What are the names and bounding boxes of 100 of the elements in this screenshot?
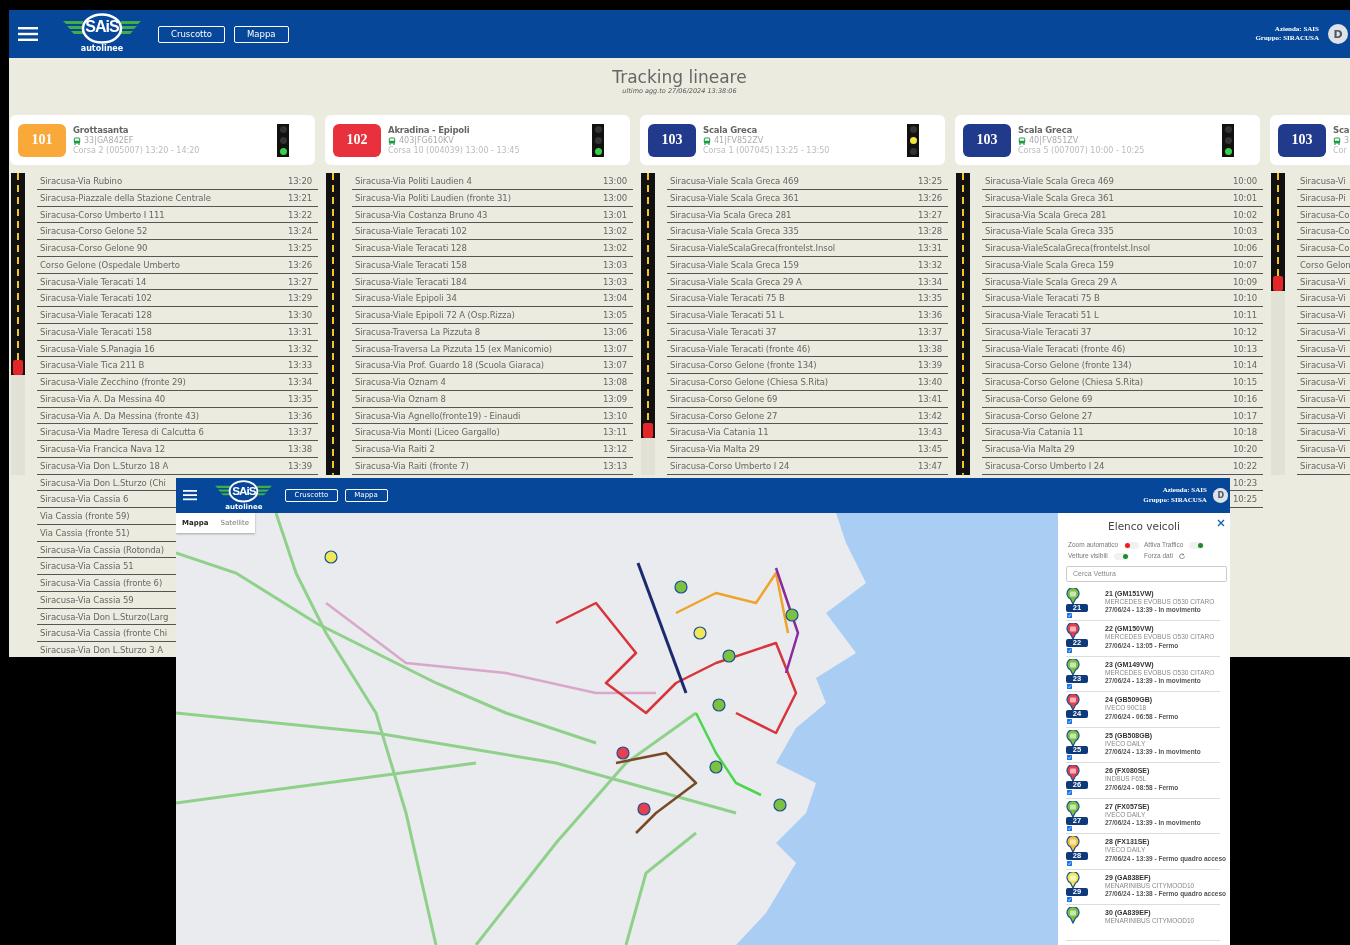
- stop-time: 13:26: [288, 259, 312, 270]
- close-icon[interactable]: [1217, 519, 1225, 528]
- stop-time: 13:02: [603, 226, 627, 237]
- checkbox[interactable]: [1067, 683, 1072, 689]
- stop-time: 13:47: [918, 460, 942, 471]
- vehicle-label: 41|FV852ZV: [714, 136, 764, 146]
- checkbox[interactable]: [1067, 790, 1072, 796]
- line-card[interactable]: 101 Grottasanta 33|GA842EF Corsa 2 (005007) 13:20 - 14:20: [10, 115, 315, 166]
- checkbox[interactable]: [1067, 896, 1072, 902]
- stop-name: Siracusa-VialeScalaGreca(fronteIst.Insol: [670, 243, 835, 253]
- stop-name: Siracusa-Co: [1300, 209, 1350, 220]
- stop-time: 13:07: [603, 360, 627, 371]
- stop-name: Siracusa-Corso Umberto I 111: [40, 209, 165, 220]
- line-card[interactable]: 103 Scala Greca 41|FV852ZV Corsa 1 (007045) 13:25 - 13:50: [640, 115, 945, 166]
- stop-time: 13:30: [288, 310, 312, 320]
- stop-time: 10:10: [1233, 293, 1257, 304]
- stop-time: 13:39: [288, 460, 312, 471]
- stop-time: 13:34: [918, 276, 942, 287]
- stop-name: Siracusa-Vi: [1300, 410, 1346, 421]
- vehicle-label: 33|GA842EF: [84, 136, 134, 146]
- checkbox[interactable]: [1067, 612, 1072, 618]
- stop-name: Siracusa-Co: [1300, 226, 1350, 237]
- stop-name: Siracusa-Via Costanza Bruno 43: [355, 209, 488, 220]
- bus-icon: [703, 136, 711, 145]
- stop-name: Siracusa-Traversa La Pizzuta 15 (ex Manicomio): [355, 343, 553, 354]
- stop-time: 13:36: [918, 310, 942, 320]
- stop-time: 13:00: [603, 176, 627, 186]
- menu-icon[interactable]: [182, 490, 198, 501]
- checkbox[interactable]: [1067, 861, 1072, 867]
- line-card[interactable]: 103 Sca 3 Cor: [1270, 115, 1350, 166]
- stop-time: 13:37: [288, 427, 312, 438]
- stop-time: 10:11: [1233, 310, 1257, 320]
- toggle-switch[interactable]: [1124, 541, 1140, 549]
- menu-icon[interactable]: [18, 27, 38, 41]
- line-name: Scala Greca: [703, 125, 758, 136]
- stop-name: Siracusa-Viale Teracati 14: [40, 276, 147, 287]
- stop-name: Siracusa-Vi: [1300, 460, 1346, 471]
- stop-name: Siracusa-Viale Scala Greca 159: [670, 259, 799, 270]
- toggle-switch[interactable]: [1189, 541, 1205, 549]
- nav-button[interactable]: Mappa: [234, 25, 289, 43]
- user-avatar[interactable]: D: [1328, 24, 1348, 44]
- toggle-switch[interactable]: [1113, 552, 1129, 560]
- stop-name: Siracusa-Viale Scala Greca 361: [670, 192, 799, 203]
- page-title: Tracking lineare: [612, 68, 747, 87]
- line-name: Grottasanta: [73, 125, 130, 136]
- bus-icon: [73, 136, 81, 145]
- stop-time: 10:07: [1233, 259, 1257, 270]
- bus-position-marker: [13, 360, 23, 376]
- stop-name: Siracusa-Viale Scala Greca 335: [985, 226, 1114, 237]
- stop-time: 13:24: [288, 226, 312, 237]
- nav-button[interactable]: Cruscotto: [158, 25, 225, 43]
- stop-time: 13:41: [918, 393, 942, 404]
- stop-name: Siracusa-Corso Gelone 90: [40, 243, 148, 253]
- checkbox[interactable]: [1067, 754, 1072, 760]
- stop-name: Siracusa-Viale Scala Greca 159: [985, 259, 1114, 270]
- stop-name: Corso Gelon: [1300, 259, 1350, 270]
- logo-text: SAiS: [85, 19, 119, 35]
- stop-time: 10:02: [1233, 209, 1257, 220]
- stop-time: 13:32: [288, 343, 312, 354]
- line-card[interactable]: 103 Scala Greca 40|FV851ZV Corsa 5 (007007) 10:00 - 10:25: [955, 115, 1260, 166]
- stop-name: Siracusa-Via Raiti 2: [355, 444, 435, 454]
- stop-name: Siracusa-Vi: [1300, 343, 1346, 354]
- line-number-badge: 103: [963, 123, 1011, 157]
- stop-name: Siracusa-Via Cassia 51: [40, 561, 134, 572]
- vehicle-label: 40|FV851ZV: [1029, 136, 1079, 146]
- stop-name: Siracusa-Viale Scala Greca 29 A: [670, 276, 802, 287]
- stop-time: 10:16: [1233, 393, 1257, 404]
- stop-name: Siracusa-Traversa La Pizzuta 8: [355, 326, 481, 337]
- stop-name: Siracusa-Viale Teracati 128: [355, 243, 467, 253]
- refresh-icon[interactable]: [1178, 553, 1185, 560]
- stop-name: Siracusa-Corso Gelone (fronte 134): [670, 360, 817, 371]
- checkbox[interactable]: [1067, 648, 1072, 654]
- stop-name: Siracusa-Vi: [1300, 393, 1346, 404]
- stop-time: 10:22: [1233, 460, 1257, 471]
- stop-time: 13:35: [288, 393, 312, 404]
- stop-name: Siracusa-Viale Scala Greca 29 A: [985, 276, 1117, 287]
- stop-name: Siracusa-Via Oznam 8: [355, 393, 446, 404]
- stop-time: 13:31: [288, 326, 312, 337]
- bus-icon: [1333, 136, 1341, 145]
- stop-name: Siracusa-Corso Gelone 69: [670, 393, 778, 404]
- stop-time: 13:26: [918, 192, 942, 203]
- stop-name: Siracusa-Viale Teracati 102: [355, 226, 467, 237]
- stop-name: Siracusa-Via Malta 29: [985, 444, 1075, 454]
- stop-name: Siracusa-Viale Teracati (fronte 46): [670, 343, 811, 354]
- line-card[interactable]: 102 Akradina - Epipoli 403|FG610KV Corsa 10 (004039) 13:00 - 13:45: [325, 115, 630, 166]
- stop-time: 10:25: [1233, 494, 1257, 505]
- checkbox[interactable]: [1067, 825, 1072, 831]
- stop-name: Siracusa-Viale Teracati 37: [985, 326, 1092, 337]
- stop-time: 13:01: [603, 209, 627, 220]
- user-avatar[interactable]: D: [1213, 488, 1228, 503]
- stop-name: Siracusa-Vi: [1300, 293, 1346, 304]
- trip-label: Corsa 1 (007045) 13:25 - 13:50: [703, 146, 830, 156]
- stop-time: 13:12: [603, 444, 627, 454]
- stop-time: 13:07: [603, 343, 627, 354]
- checkbox[interactable]: [1067, 719, 1072, 725]
- stop-time: 13:25: [288, 243, 312, 253]
- stop-time: 13:33: [288, 360, 312, 371]
- stop-time: 13:28: [918, 226, 942, 237]
- stop-name: Siracusa-VialeScalaGreca(fronteIst.Insol: [985, 243, 1150, 253]
- stop-time: 13:38: [918, 343, 942, 354]
